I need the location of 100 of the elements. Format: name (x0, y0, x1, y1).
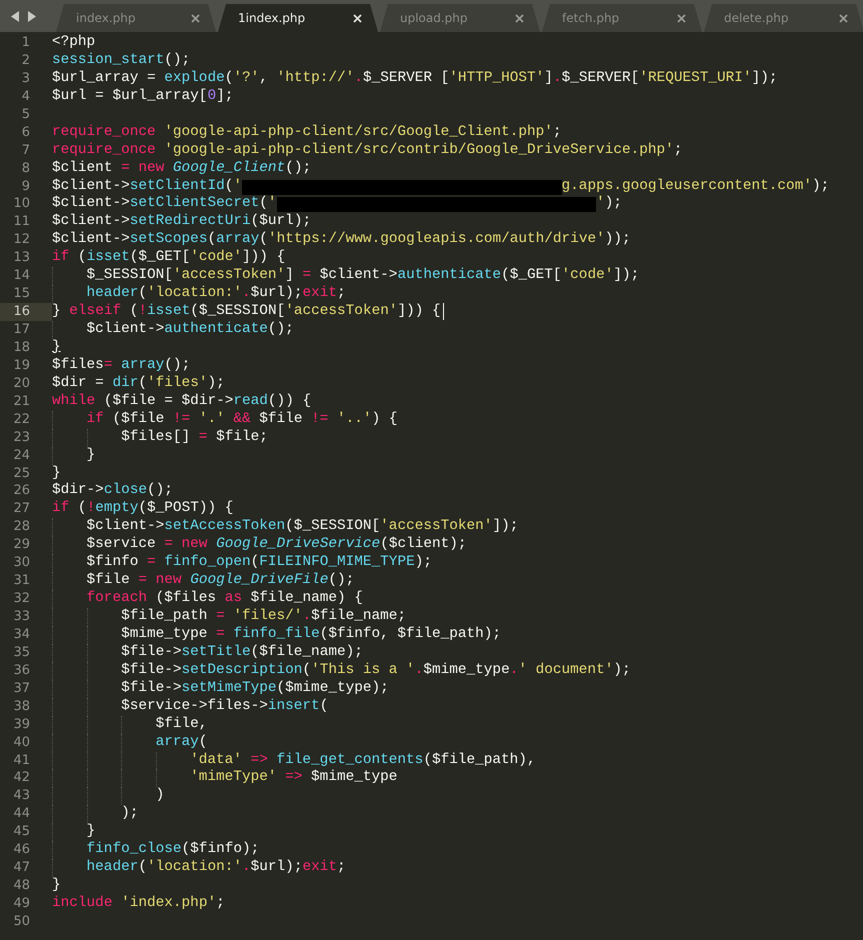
code-line: $files[] = $file; (121, 428, 268, 447)
code-line: if ($file != '.' && $file != '..') { (86, 410, 398, 429)
line-number: 37 (12, 680, 31, 698)
line-number: 3 (20, 70, 31, 88)
code-line: <?php (52, 34, 96, 52)
line-number: 19 (12, 356, 31, 375)
line-number: 22 (12, 410, 31, 429)
line-number: 49 (12, 895, 31, 913)
line-number: 6 (20, 124, 31, 142)
line-number: 44 (12, 805, 31, 824)
code-line: $client = new Google_Client(); (52, 160, 312, 178)
line-number: 39 (12, 716, 31, 734)
code-line: } elseif (!isset($_SESSION['accessToken'])) { (52, 303, 441, 321)
code-line: $client->setClientId(' (52, 178, 242, 196)
line-number: 10 (12, 195, 31, 214)
line-number: 26 (12, 482, 31, 500)
code-line: } (52, 338, 61, 357)
line-number: 5 (20, 106, 31, 124)
code-line: $file, (156, 716, 208, 734)
code-line: $dir->close(); (52, 482, 173, 500)
code-line: finfo_close($finfo); (86, 841, 260, 860)
line-number: 14 (12, 267, 31, 286)
line-number: 11 (12, 213, 31, 232)
code-line: $file = new Google_DriveFile(); (86, 572, 354, 590)
line-number: 30 (12, 554, 31, 572)
code-line: require_once 'google-api-php-client/src/Google_Client.php'; (52, 124, 562, 142)
code-line: $file->setDescription('This is a '.$mime_type.' document'); (121, 662, 631, 680)
line-number: 20 (12, 374, 31, 393)
line-number: 21 (12, 392, 31, 411)
line-number: 33 (12, 608, 31, 626)
code-line: } (86, 823, 96, 842)
line-number: 29 (12, 536, 31, 554)
code-line: } (52, 464, 61, 482)
code-line: } (86, 446, 96, 464)
line-number: 38 (12, 698, 31, 716)
line-number: 40 (12, 734, 31, 752)
code-line: ); (121, 805, 138, 824)
code-line: header('location:'.$url);exit; (86, 285, 346, 304)
code-line: session_start(); (52, 52, 190, 70)
line-number: 1 (20, 34, 31, 52)
line-number: 4 (20, 88, 31, 106)
line-number: 23 (12, 428, 31, 447)
line-number: 8 (20, 160, 31, 178)
line-number: 45 (12, 823, 31, 842)
line-number: 46 (12, 841, 31, 860)
code-line: $_SESSION['accessToken'] = $client->authenticate($_GET['code']); (86, 267, 640, 286)
file-tab[interactable]: delete.php (704, 4, 863, 32)
line-number: 15 (12, 285, 31, 304)
code-line: if (!empty($_POST)) { (52, 500, 234, 518)
code-line: $service = new Google_DriveService($client); (86, 536, 467, 554)
line-number: 34 (12, 626, 31, 644)
code-line: foreach ($files as $file_name) { (86, 590, 363, 608)
code-line: if (isset($_GET['code'])) { (52, 249, 286, 268)
code-line: $client->setRedirectUri($url); (52, 213, 312, 232)
line-number: 12 (12, 231, 31, 250)
line-number: 13 (12, 249, 31, 268)
code-line: ) (156, 787, 164, 806)
code-line: include 'index.php'; (52, 895, 225, 913)
line-number: 25 (12, 464, 31, 482)
line-number: 50 (12, 912, 31, 931)
code-line: $client->setClientSecret(' (52, 195, 277, 214)
code-line: $client->authenticate(); (86, 321, 294, 339)
code-line: $finfo = finfo_open(FILEINFO_MIME_TYPE); (86, 554, 432, 572)
file-tab[interactable]: index.php (56, 4, 216, 32)
code-line: $dir = dir('files'); (52, 374, 225, 393)
code-line: while ($file = $dir->read()) { (52, 392, 312, 411)
code-line: $mime_type = finfo_file($finfo, $file_path); (121, 626, 502, 644)
line-number: 47 (12, 859, 31, 878)
left-arrow-icon[interactable] (11, 10, 20, 22)
line-number: 48 (12, 877, 31, 895)
file-tab[interactable]: upload.php (380, 4, 540, 32)
code-line: $url_array = explode('?', 'http://'.$_SERVER ['HTTP_HOST'].$_SERVER['REQUEST_URI']); (52, 70, 778, 88)
code-line: $file->setTitle($file_name); (121, 644, 363, 662)
line-number: 27 (12, 500, 31, 518)
line-number: 18 (12, 338, 31, 357)
line-number: 16 (0, 303, 52, 321)
line-number: 28 (12, 518, 31, 536)
code-line: $service->files->insert( (121, 698, 328, 716)
line-number: 43 (12, 787, 31, 806)
code-line: $client->setScopes(array('https://www.googleapis.com/auth/drive')); (52, 231, 631, 250)
code-line: header('location:'.$url);exit; (86, 859, 346, 878)
code-line: $url = $url_array[0]; (52, 88, 234, 106)
line-number: 2 (20, 52, 31, 70)
code-line: } (52, 877, 61, 895)
line-number: 17 (12, 321, 31, 339)
code-line: $file->setMimeType($mime_type); (121, 680, 389, 698)
right-arrow-icon[interactable] (27, 10, 36, 22)
line-number: 41 (12, 752, 31, 770)
line-number: 9 (20, 178, 31, 196)
line-number: 36 (12, 662, 31, 680)
code-line: array( (156, 734, 208, 752)
file-tab[interactable]: 1index.php (218, 4, 378, 32)
line-number: 42 (12, 769, 31, 788)
line-number: 31 (12, 572, 31, 590)
line-number: 32 (12, 590, 31, 608)
code-line: g.apps.googleusercontent.com'); (562, 178, 830, 196)
code-line: 'mimeType' => $mime_type (190, 769, 398, 788)
file-tab[interactable]: fetch.php (542, 4, 702, 32)
line-number: 24 (12, 446, 31, 464)
code-line: $file_path = 'files/'.$file_name; (121, 608, 406, 626)
